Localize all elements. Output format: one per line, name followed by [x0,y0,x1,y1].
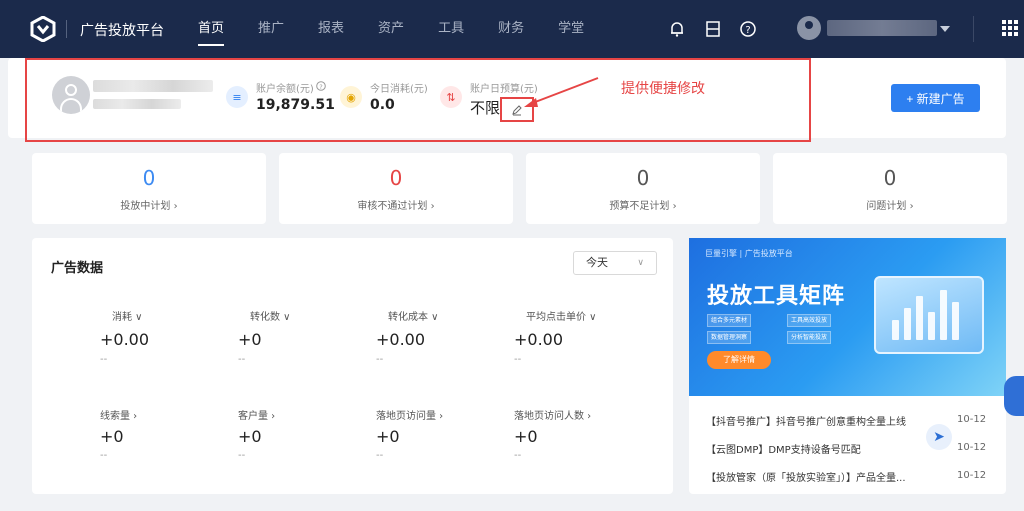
username-blurred[interactable] [827,20,937,36]
balance-label: 账户余额(元) [256,84,314,95]
main-nav: 首页 推广 报表 资产 工具 财务 学堂 [198,0,618,58]
today-cost-value: 0.0 [370,97,395,113]
metric-label-leads[interactable]: 线索量 › [100,407,137,422]
platform-name: 广告投放平台 [80,23,164,39]
bell-icon[interactable] [668,20,686,38]
news-item[interactable]: 【投放管家（原「投放实验室」）】产品全量... [706,469,936,484]
banner-brand: 巨量引擎 | 广告投放平台 [705,249,793,258]
metric-label-cost[interactable]: 消耗 ∨ [112,308,143,323]
metric-value-landing-visits: +0 [376,427,400,446]
brand-divider [66,20,67,38]
metric-compare: -- [238,450,246,461]
header-divider [973,16,974,42]
user-avatar[interactable] [797,16,821,40]
plan-card-active[interactable]: 0 投放中计划 › [32,153,266,224]
metric-compare: -- [514,450,522,461]
ad-data-title: 广告数据 [51,261,104,276]
svg-text:?: ? [319,83,322,91]
plan-count: 0 [389,166,403,190]
metric-compare: -- [238,354,246,365]
promo-banner[interactable]: 巨量引擎 | 广告投放平台 投放工具矩阵 组合多元素材 工具高效投放 数据管理洞… [689,238,1006,396]
help-icon[interactable]: ? [739,20,757,38]
metric-value-conversion-cost: +0.00 [376,330,426,349]
assistant-mascot-icon[interactable] [1004,376,1024,416]
nav-tools[interactable]: 工具 [438,0,464,58]
daily-budget-value: 不限 [470,99,501,117]
news-item[interactable]: 【抖音号推广】抖音号推广创意重构全量上线 [706,413,906,428]
banner-tag: 组合多元素材 [707,314,752,327]
nav-reports[interactable]: 报表 [318,0,344,58]
feedback-bird-icon[interactable]: ➤ [926,424,952,450]
plan-label: 预算不足计划 › [609,201,677,212]
plan-count: 0 [142,166,156,190]
banner-tag: 数据管理洞察 [707,331,752,344]
metric-value-customers: +0 [238,427,262,446]
metric-compare: -- [100,450,108,461]
today-cost-label: 今日消耗(元) [370,84,428,95]
metric-compare: -- [100,354,108,365]
metric-value-cost: +0.00 [100,330,150,349]
metric-compare: -- [376,450,384,461]
coin-icon: ◉ [340,86,362,108]
apps-grid-icon[interactable] [1002,20,1018,36]
account-avatar [52,76,90,114]
plan-card-low-budget[interactable]: 0 预算不足计划 › [526,153,760,224]
nav-finance[interactable]: 财务 [498,0,524,58]
nav-assets[interactable]: 资产 [378,0,404,58]
account-id-blurred [93,99,181,109]
metric-label-landing-visits[interactable]: 落地页访问量 › [376,407,443,422]
nav-promotion[interactable]: 推广 [258,0,284,58]
budget-icon: ⇅ [440,86,462,108]
banner-title: 投放工具矩阵 [707,284,846,309]
metric-value-avg-cpc: +0.00 [514,330,564,349]
metric-label-conversion-cost[interactable]: 转化成本 ∨ [388,308,439,323]
metric-value-leads: +0 [100,427,124,446]
new-ad-button[interactable]: + 新建广告 [891,84,980,112]
ad-data-panel [32,238,673,494]
annotation-arrow [524,77,599,107]
plan-label: 问题计划 › [866,201,914,212]
nav-academy[interactable]: 学堂 [558,0,584,58]
info-icon[interactable]: ? [316,81,326,91]
plan-card-rejected[interactable]: 0 审核不通过计划 › [279,153,513,224]
metric-value-landing-visitors: +0 [514,427,538,446]
banner-tag: 工具高效投放 [787,314,832,327]
chevron-down-icon: ∨ [637,258,644,268]
plan-label: 投放中计划 › [120,201,178,212]
chevron-down-icon[interactable] [940,26,950,32]
wallet-icon: ≡ [226,86,248,108]
platform-logo-icon[interactable] [30,16,56,42]
metric-label-customers[interactable]: 客户量 › [238,407,275,422]
news-date: 10-12 [957,414,987,425]
plan-count: 0 [636,166,650,190]
metric-label-avg-cpc[interactable]: 平均点击单价 ∨ [526,308,597,323]
news-item[interactable]: 【云图DMP】DMP支持设备号匹配 [706,441,861,456]
metric-compare: -- [514,354,522,365]
balance-value: 19,879.51 [256,97,335,113]
metric-value-conversions: +0 [238,330,262,349]
metric-label-conversions[interactable]: 转化数 ∨ [250,308,291,323]
metric-compare: -- [376,354,384,365]
book-icon[interactable] [704,20,722,38]
news-date: 10-12 [957,470,987,481]
banner-learn-more-button[interactable]: 了解详情 [707,351,771,369]
period-select[interactable]: 今天 ∨ [573,251,657,275]
plan-count: 0 [883,166,897,190]
nav-home[interactable]: 首页 [198,0,225,58]
banner-illustration [874,276,984,354]
plan-label: 审核不通过计划 › [357,201,435,212]
annotation-text: 提供便捷修改 [621,81,705,97]
news-date: 10-12 [957,442,987,453]
banner-tag: 分析智能投放 [787,331,832,344]
svg-text:?: ? [745,25,750,36]
account-name-blurred [93,80,213,92]
metric-label-landing-visitors[interactable]: 落地页访问人数 › [514,407,591,422]
plan-card-problem[interactable]: 0 问题计划 › [773,153,1007,224]
